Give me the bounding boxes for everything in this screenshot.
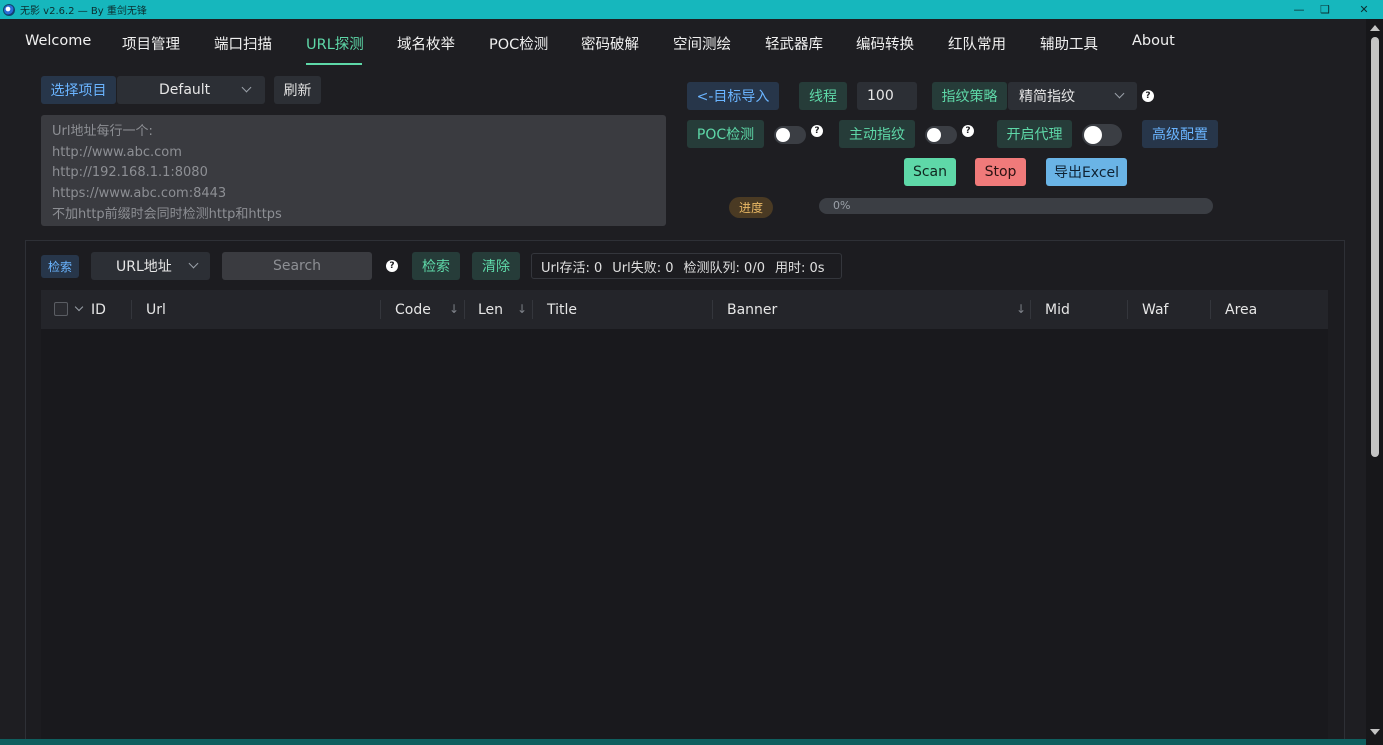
column-divider <box>712 300 713 319</box>
main-nav: Welcome 项目管理 端口扫描 URL探测 域名枚举 POC检测 密码破解 … <box>0 19 1366 69</box>
tab-url-probe[interactable]: URL探测 <box>306 33 364 54</box>
column-divider <box>1030 300 1031 319</box>
close-icon[interactable]: ✕ <box>1347 0 1381 19</box>
column-len[interactable]: Len <box>478 290 503 329</box>
toggle-knob <box>1084 126 1102 144</box>
column-divider <box>1127 300 1128 319</box>
poc-check-label: POC检测 <box>687 120 764 148</box>
progress-label: 进度 <box>729 197 773 218</box>
tab-welcome[interactable]: Welcome <box>25 33 91 49</box>
column-divider <box>532 300 533 319</box>
filter-tag-label: 检索 <box>41 255 79 278</box>
sort-icon[interactable]: ↓ <box>517 302 527 316</box>
fingerprint-help-icon[interactable]: ? <box>1142 90 1154 102</box>
column-url[interactable]: Url <box>146 290 166 329</box>
active-fingerprint-help-icon[interactable]: ? <box>962 125 974 137</box>
refresh-button[interactable]: 刷新 <box>274 76 321 104</box>
tab-encoding[interactable]: 编码转换 <box>856 33 914 54</box>
project-dropdown[interactable]: Default <box>117 76 265 104</box>
table-header: ID Url Code ↓ Len ↓ Title Banner ↓ Mid W… <box>41 290 1328 329</box>
proxy-toggle[interactable] <box>1082 124 1122 146</box>
advanced-config-button[interactable]: 高级配置 <box>1142 120 1218 148</box>
column-code[interactable]: Code <box>395 290 431 329</box>
stat-queue: 检测队列: 0/0 <box>683 260 765 276</box>
tab-poc-check[interactable]: POC检测 <box>489 33 548 54</box>
active-fingerprint-toggle[interactable] <box>925 126 957 144</box>
poc-help-icon[interactable]: ? <box>811 125 823 137</box>
chevron-down-icon <box>241 82 252 93</box>
scan-button[interactable]: Scan <box>904 158 956 186</box>
fingerprint-strategy-label: 指纹策略 <box>932 82 1007 110</box>
fingerprint-strategy-dropdown[interactable]: 精简指纹 <box>1008 82 1137 110</box>
column-waf[interactable]: Waf <box>1142 290 1168 329</box>
proxy-label: 开启代理 <box>997 120 1072 148</box>
select-all-checkbox[interactable] <box>54 302 68 316</box>
tab-port-scan[interactable]: 端口扫描 <box>214 33 272 54</box>
tab-domain-enum[interactable]: 域名枚举 <box>397 33 455 54</box>
tab-redteam[interactable]: 红队常用 <box>948 33 1006 54</box>
column-title[interactable]: Title <box>547 290 577 329</box>
select-project-label: 选择项目 <box>41 76 116 104</box>
toggle-knob <box>927 128 941 142</box>
search-button[interactable]: 检索 <box>412 252 460 280</box>
clear-button[interactable]: 清除 <box>472 252 520 280</box>
app-logo-icon <box>3 3 15 16</box>
column-divider <box>464 300 465 319</box>
tab-space-mapping[interactable]: 空间测绘 <box>673 33 731 54</box>
bottom-status-strip <box>0 739 1366 745</box>
stat-failed: Url失败: 0 <box>612 260 674 276</box>
column-mid[interactable]: Mid <box>1045 290 1070 329</box>
window-title: 无影 v2.6.2 — By 重剑无锋 <box>20 6 147 17</box>
results-table: ID Url Code ↓ Len ↓ Title Banner ↓ Mid W… <box>41 290 1328 745</box>
column-id[interactable]: ID <box>91 290 106 329</box>
project-dropdown-value: Default <box>159 82 211 98</box>
progress-text: 0% <box>833 199 851 212</box>
stat-elapsed: 用时: 0s <box>774 260 825 276</box>
export-excel-button[interactable]: 导出Excel <box>1046 158 1127 186</box>
import-targets-button[interactable]: <-目标导入 <box>687 82 779 110</box>
sort-icon[interactable]: ↓ <box>449 302 459 316</box>
search-input[interactable]: Search <box>222 252 372 280</box>
stat-alive: Url存活: 0 <box>541 260 603 276</box>
column-divider <box>1210 300 1211 319</box>
search-help-icon[interactable]: ? <box>386 260 398 272</box>
filter-field-dropdown[interactable]: URL地址 <box>91 252 210 280</box>
targets-textarea[interactable]: Url地址每行一个: http://www.abc.com http://192… <box>41 115 666 226</box>
app-window: 无影 v2.6.2 — By 重剑无锋 — ❑ ✕ Welcome 项目管理 端… <box>0 0 1383 745</box>
threads-label: 线程 <box>799 82 847 110</box>
stop-button[interactable]: Stop <box>975 158 1026 186</box>
tab-about[interactable]: About <box>1132 33 1175 49</box>
chevron-down-icon <box>1114 88 1125 99</box>
filter-field-value: URL地址 <box>116 259 172 275</box>
tab-project-management[interactable]: 项目管理 <box>122 33 180 54</box>
scroll-up-icon[interactable] <box>1370 25 1380 31</box>
table-body <box>41 329 1328 745</box>
active-tab-indicator <box>306 63 362 65</box>
column-banner[interactable]: Banner <box>727 290 777 329</box>
progress-bar: 0% <box>819 198 1213 214</box>
maximize-icon[interactable]: ❑ <box>1308 0 1342 19</box>
active-fingerprint-label: 主动指纹 <box>839 120 915 148</box>
toggle-knob <box>776 128 790 142</box>
column-area[interactable]: Area <box>1225 290 1257 329</box>
chevron-down-icon <box>188 258 199 269</box>
title-bar: 无影 v2.6.2 — By 重剑无锋 — ❑ ✕ <box>0 0 1383 19</box>
column-divider <box>131 300 132 319</box>
scroll-down-icon[interactable] <box>1370 729 1380 735</box>
threads-input[interactable]: 100 <box>857 82 917 110</box>
tab-tools[interactable]: 辅助工具 <box>1040 33 1098 54</box>
chevron-down-icon[interactable] <box>74 302 84 312</box>
tab-password-crack[interactable]: 密码破解 <box>581 33 639 54</box>
poc-check-toggle[interactable] <box>774 126 806 144</box>
column-divider <box>380 300 381 319</box>
window-scrollbar[interactable] <box>1366 19 1383 745</box>
sort-icon[interactable]: ↓ <box>1016 302 1026 316</box>
tab-light-arsenal[interactable]: 轻武器库 <box>765 33 823 54</box>
scroll-thumb[interactable] <box>1371 37 1379 457</box>
stats-bar: Url存活: 0 Url失败: 0 检测队列: 0/0 用时: 0s <box>531 253 842 279</box>
fingerprint-strategy-value: 精简指纹 <box>1019 89 1075 105</box>
